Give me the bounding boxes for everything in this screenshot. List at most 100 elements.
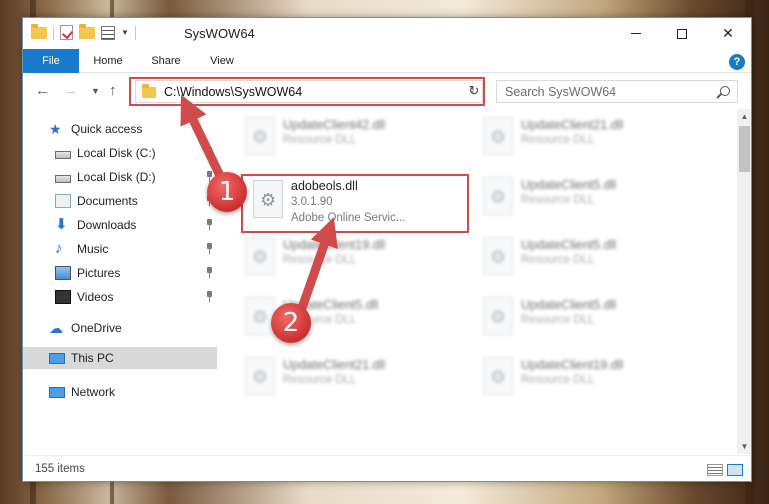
window-controls: ✕ — [613, 18, 751, 49]
search-icon[interactable] — [720, 86, 730, 96]
callout-1: 1 — [207, 172, 247, 212]
new-folder-icon[interactable] — [79, 23, 95, 39]
sidebar-item-label: OneDrive — [71, 321, 122, 335]
sidebar-item-documents[interactable]: Documents — [23, 190, 217, 212]
file-explorer-window: ▼ SysWOW64 ✕ File Home Share View ? ← → … — [22, 17, 752, 482]
up-arrow-icon[interactable]: ↑ — [109, 82, 117, 99]
large-icons-view-icon[interactable] — [727, 464, 743, 476]
help-button[interactable]: ? — [729, 54, 745, 70]
callout-2: 2 — [271, 303, 311, 343]
back-arrow-icon[interactable]: ← — [35, 82, 50, 99]
navigation-bar: ← → ▼ ↑ C:\Windows\SysWOW64 ⌄ ↻ Search S… — [23, 74, 751, 108]
disk-icon — [55, 174, 71, 183]
file-type: Resource DLL — [521, 374, 595, 386]
pin-icon — [206, 219, 213, 230]
scroll-up-icon[interactable]: ▲ — [737, 109, 751, 124]
file-type: Resource DLL — [283, 134, 357, 146]
file-list: UpdateClient42.dll Resource DLL adobeols… — [217, 109, 737, 454]
sidebar-item-local-disk-d[interactable]: Local Disk (D:) — [23, 166, 217, 188]
file-name: UpdateClient42.dll — [283, 118, 386, 132]
tab-share[interactable]: Share — [141, 49, 191, 73]
pin-icon — [206, 291, 213, 302]
videos-icon — [55, 290, 71, 304]
scrollbar-thumb[interactable] — [739, 126, 750, 172]
file-name: UpdateClient19.dll — [521, 358, 624, 372]
file-type: Resource DLL — [521, 194, 595, 206]
pin-icon — [206, 267, 213, 278]
sidebar-item-label: This PC — [71, 351, 114, 365]
sidebar-item-label: Network — [71, 385, 116, 399]
file-tile[interactable]: UpdateClient5.dll Resource DLL — [475, 294, 705, 342]
window-title: SysWOW64 — [184, 26, 255, 41]
dll-file-icon — [245, 117, 275, 155]
pin-icon — [206, 147, 213, 158]
sidebar-item-label: Quick access — [71, 122, 143, 136]
forward-arrow-icon[interactable]: → — [63, 82, 78, 99]
file-name: UpdateClient21.dll — [521, 118, 624, 132]
minimize-button[interactable] — [613, 18, 659, 49]
dll-file-icon — [245, 357, 275, 395]
file-type: Resource DLL — [521, 134, 595, 146]
disk-icon — [55, 150, 71, 159]
cloud-icon: ☁ — [49, 320, 63, 336]
file-tile[interactable]: UpdateClient42.dll Resource DLL — [237, 114, 467, 162]
address-bar[interactable]: C:\Windows\SysWOW64 ⌄ — [135, 80, 483, 103]
file-tile[interactable]: UpdateClient21.dll Resource DLL — [475, 114, 705, 162]
music-icon: ♪ — [55, 240, 63, 257]
refresh-button[interactable]: ↻ — [463, 80, 485, 103]
file-name: adobeols.dll — [291, 179, 358, 193]
file-name: UpdateClient5.dll — [521, 298, 617, 312]
file-tile[interactable]: UpdateClient5.dll Resource DLL — [475, 234, 705, 282]
sidebar-item-downloads[interactable]: ⬇ Downloads — [23, 214, 217, 236]
dll-file-icon — [483, 177, 513, 215]
tab-home[interactable]: Home — [83, 49, 133, 73]
properties-check-icon[interactable] — [60, 25, 73, 40]
dll-file-icon — [483, 117, 513, 155]
recent-locations-chevron-icon[interactable]: ▼ — [91, 86, 100, 96]
pictures-icon — [55, 266, 71, 280]
sidebar-item-local-disk-c[interactable]: Local Disk (C:) — [23, 142, 217, 164]
properties-icon[interactable] — [101, 25, 115, 40]
file-tile[interactable]: UpdateClient19.dll Resource DLL — [237, 234, 467, 282]
sidebar-item-videos[interactable]: Videos — [23, 286, 217, 308]
download-icon: ⬇ — [55, 216, 68, 233]
dll-file-icon — [483, 237, 513, 275]
sidebar-item-pictures[interactable]: Pictures — [23, 262, 217, 284]
file-name: UpdateClient19.dll — [283, 238, 386, 252]
dll-file-icon — [245, 297, 275, 335]
file-tile[interactable]: UpdateClient5.dll Resource DLL — [475, 174, 705, 222]
file-name: UpdateClient5.dll — [521, 238, 617, 252]
sidebar-item-music[interactable]: ♪ Music — [23, 238, 217, 260]
search-placeholder: Search SysWOW64 — [505, 85, 617, 99]
file-tile-adobeols[interactable]: adobeols.dll 3.0.1.90 Adobe Online Servi… — [245, 177, 475, 225]
scroll-down-icon[interactable]: ▼ — [737, 439, 751, 454]
maximize-button[interactable] — [659, 18, 705, 49]
maximize-icon — [677, 28, 687, 39]
sidebar-item-label: Local Disk (D:) — [77, 170, 156, 184]
vertical-scrollbar[interactable]: ▲ ▼ — [737, 109, 751, 454]
details-view-icon[interactable] — [707, 464, 723, 476]
file-tile[interactable]: UpdateClient19.dll Resource DLL — [475, 354, 705, 402]
minimize-icon — [631, 33, 641, 34]
customize-dropdown-icon[interactable]: ▼ — [121, 28, 129, 37]
search-box[interactable]: Search SysWOW64 — [496, 80, 738, 103]
close-button[interactable]: ✕ — [705, 18, 751, 49]
file-type: Resource DLL — [521, 254, 595, 266]
folder-icon — [142, 84, 156, 98]
computer-icon — [49, 352, 65, 364]
documents-icon — [55, 194, 71, 208]
sidebar-item-this-pc[interactable]: This PC — [23, 347, 217, 369]
folder-icon[interactable] — [31, 23, 47, 39]
tab-view[interactable]: View — [198, 49, 246, 73]
sidebar-item-label: Music — [77, 242, 109, 256]
file-type: Resource DLL — [521, 314, 595, 326]
sidebar-item-network[interactable]: Network — [23, 381, 217, 403]
sidebar-item-quick-access[interactable]: ★ Quick access — [23, 118, 217, 140]
sidebar-item-label: Local Disk (C:) — [77, 146, 156, 160]
file-tile[interactable]: UpdateClient21.dll Resource DLL — [237, 354, 467, 402]
sidebar-item-label: Downloads — [77, 218, 137, 232]
tab-file[interactable]: File — [23, 49, 79, 73]
navigation-pane: ★ Quick access Local Disk (C:) Local Dis… — [23, 109, 217, 454]
file-version: 3.0.1.90 — [291, 196, 333, 208]
sidebar-item-onedrive[interactable]: ☁ OneDrive — [23, 317, 217, 339]
